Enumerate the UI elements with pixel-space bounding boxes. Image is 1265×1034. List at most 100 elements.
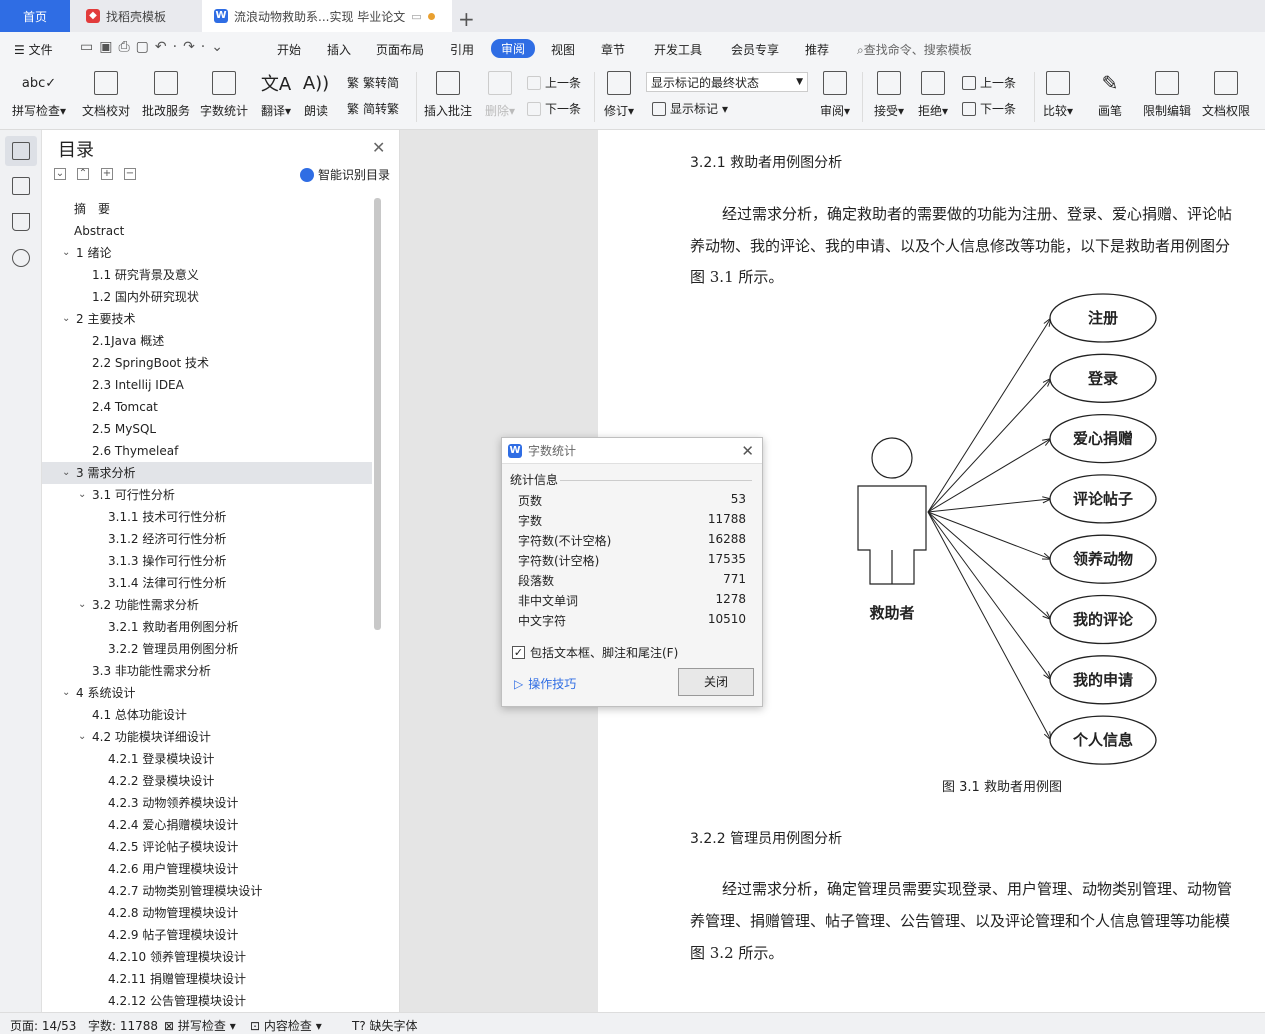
collapse-all-icon[interactable]: ⌄: [54, 168, 66, 180]
close-icon[interactable]: ✕: [372, 138, 385, 157]
toc-item[interactable]: 4.2.10 领养管理模块设计: [42, 946, 372, 968]
menu-insert[interactable]: 插入: [327, 41, 351, 58]
smart-toc-button[interactable]: 智能识别目录: [300, 166, 390, 183]
simp-to-trad-button[interactable]: 繁简转繁: [347, 100, 399, 117]
content-check-status[interactable]: ⊡ 内容检查 ▾: [250, 1017, 322, 1034]
toc-item[interactable]: 3.2.2 管理员用例图分析: [42, 638, 372, 660]
close-button[interactable]: 关闭: [678, 668, 754, 696]
toc-item[interactable]: 摘 要: [42, 198, 372, 220]
trad-to-simp-button[interactable]: 繁繁转简: [347, 74, 399, 91]
toc-item[interactable]: 2.2 SpringBoot 技术: [42, 352, 372, 374]
next-comment-button[interactable]: 下一条: [527, 100, 581, 117]
toc-item[interactable]: 4.2.6 用户管理模块设计: [42, 858, 372, 880]
prev-change-button[interactable]: 上一条: [962, 74, 1016, 91]
prev-comment-button[interactable]: 上一条: [527, 74, 581, 91]
close-icon[interactable]: ✕: [741, 442, 754, 460]
translate-button[interactable]: 文A 翻译▾: [256, 66, 296, 128]
toc-item[interactable]: 4.2.1 登录模块设计: [42, 748, 372, 770]
tab-home[interactable]: 首页: [0, 0, 70, 32]
restrict-edit-button[interactable]: 限制编辑: [1140, 66, 1194, 128]
compare-button[interactable]: 比较▾: [1040, 66, 1076, 128]
toc-item[interactable]: 1.1 研究背景及意义: [42, 264, 372, 286]
accept-button[interactable]: 接受▾: [870, 66, 908, 128]
review-pane-button[interactable]: 审阅▾: [816, 66, 854, 128]
toc-item[interactable]: 2.5 MySQL: [42, 418, 372, 440]
toc-item[interactable]: 3.2.1 救助者用例图分析: [42, 616, 372, 638]
chevron-down-icon[interactable]: ⌄: [78, 726, 86, 748]
page-indicator[interactable]: 页面: 14/53: [10, 1017, 76, 1034]
menu-recommend[interactable]: 推荐: [805, 41, 829, 58]
menu-reference[interactable]: 引用: [450, 41, 474, 58]
word-count-status[interactable]: 字数: 11788: [88, 1017, 158, 1034]
track-changes-button[interactable]: 修订▾: [600, 66, 638, 128]
toc-item[interactable]: 3.1.4 法律可行性分析: [42, 572, 372, 594]
menu-review[interactable]: 审阅: [491, 39, 536, 58]
toc-item[interactable]: 3.1.2 经济可行性分析: [42, 528, 372, 550]
tips-link[interactable]: ▷ 操作技巧: [514, 675, 576, 692]
show-markup-button[interactable]: 显示标记 ▾: [652, 100, 728, 117]
toc-item[interactable]: 2.4 Tomcat: [42, 396, 372, 418]
chevron-down-icon[interactable]: ⌄: [78, 594, 86, 616]
toc-item[interactable]: 4.2.2 登录模块设计: [42, 770, 372, 792]
next-change-button[interactable]: 下一条: [962, 100, 1016, 117]
chevron-down-icon[interactable]: ⌄: [62, 242, 70, 264]
toc-item[interactable]: ⌄ 2 主要技术: [42, 308, 372, 330]
toc-item[interactable]: Abstract: [42, 220, 372, 242]
chevron-down-icon[interactable]: ⌄: [62, 682, 70, 704]
toc-item[interactable]: ⌄ 3.2 功能性需求分析: [42, 594, 372, 616]
toc-item[interactable]: 3.3 非功能性需求分析: [42, 660, 372, 682]
add-heading-icon[interactable]: +: [101, 168, 113, 180]
toc-item[interactable]: 4.2.12 公告管理模块设计: [42, 990, 372, 1012]
chapter-nav-icon[interactable]: [12, 177, 30, 195]
toc-item[interactable]: ⌄ 1 绪论: [42, 242, 372, 264]
toc-item[interactable]: ⌄ 3 需求分析: [42, 462, 372, 484]
toc-item[interactable]: ⌄ 3.1 可行性分析: [42, 484, 372, 506]
reject-button[interactable]: 拒绝▾: [914, 66, 952, 128]
toc-item[interactable]: 4.1 总体功能设计: [42, 704, 372, 726]
tab-template[interactable]: ◆ 找稻壳模板: [72, 0, 200, 32]
batch-service-button[interactable]: 批改服务: [138, 66, 194, 128]
tab-document[interactable]: W 流浪动物救助系...实现 毕业论文 ▭: [202, 0, 452, 32]
toc-item[interactable]: 2.6 Thymeleaf: [42, 440, 372, 462]
proofread-button[interactable]: 文档校对: [78, 66, 134, 128]
toc-item[interactable]: 1.2 国内外研究现状: [42, 286, 372, 308]
quick-access-icons[interactable]: ▭▣⎙▢↶·↷·⌄: [80, 39, 229, 55]
include-textbox-checkbox[interactable]: ✓ 包括文本框、脚注和尾注(F): [512, 644, 678, 661]
missing-font-status[interactable]: T? 缺失字体: [352, 1017, 418, 1034]
bookmark-icon[interactable]: [12, 213, 30, 231]
menu-start[interactable]: 开始: [277, 41, 301, 58]
expand-all-icon[interactable]: ⌃: [77, 168, 89, 180]
command-search[interactable]: ⌕查找命令、搜索模板: [857, 41, 972, 58]
chevron-down-icon[interactable]: ⌄: [62, 308, 70, 330]
search-icon[interactable]: [12, 249, 30, 267]
menu-view[interactable]: 视图: [551, 41, 575, 58]
toc-item[interactable]: 4.2.5 评论帖子模块设计: [42, 836, 372, 858]
menu-member[interactable]: 会员专享: [731, 41, 779, 58]
markup-state-select[interactable]: 显示标记的最终状态 ▼: [646, 72, 808, 92]
toc-item[interactable]: 4.2.9 帖子管理模块设计: [42, 924, 372, 946]
toc-item[interactable]: 4.2.3 动物领养模块设计: [42, 792, 372, 814]
dialog-titlebar[interactable]: W 字数统计: [502, 438, 762, 464]
toc-item[interactable]: 4.2.8 动物管理模块设计: [42, 902, 372, 924]
toc-item[interactable]: ⌄ 4.2 功能模块详细设计: [42, 726, 372, 748]
toc-item[interactable]: 3.1.3 操作可行性分析: [42, 550, 372, 572]
toc-item[interactable]: 2.3 Intellij IDEA: [42, 374, 372, 396]
remove-heading-icon[interactable]: −: [124, 168, 136, 180]
read-aloud-button[interactable]: A)) 朗读: [300, 66, 332, 128]
toc-item[interactable]: 4.2.4 爱心捐赠模块设计: [42, 814, 372, 836]
doc-permission-button[interactable]: 文档权限: [1200, 66, 1252, 128]
menu-chapter[interactable]: 章节: [601, 41, 625, 58]
toc-item[interactable]: 3.1.1 技术可行性分析: [42, 506, 372, 528]
menu-layout[interactable]: 页面布局: [376, 41, 424, 58]
spell-check-status[interactable]: ⊠ 拼写检查 ▾: [164, 1017, 236, 1034]
toc-scrollbar[interactable]: [374, 198, 381, 630]
toc-item[interactable]: ⌄ 4 系统设计: [42, 682, 372, 704]
pen-button[interactable]: ✎ 画笔: [1094, 66, 1126, 128]
new-tab-plus-icon[interactable]: +: [458, 3, 475, 35]
toc-item[interactable]: 2.1Java 概述: [42, 330, 372, 352]
toc-item[interactable]: 4.2.7 动物类别管理模块设计: [42, 880, 372, 902]
toc-item[interactable]: 4.2.11 捐赠管理模块设计: [42, 968, 372, 990]
spell-check-button[interactable]: abc✓ 拼写检查▾: [8, 66, 70, 128]
delete-comment-button[interactable]: 删除▾: [482, 66, 518, 128]
file-menu[interactable]: ☰ 文件: [14, 41, 53, 58]
